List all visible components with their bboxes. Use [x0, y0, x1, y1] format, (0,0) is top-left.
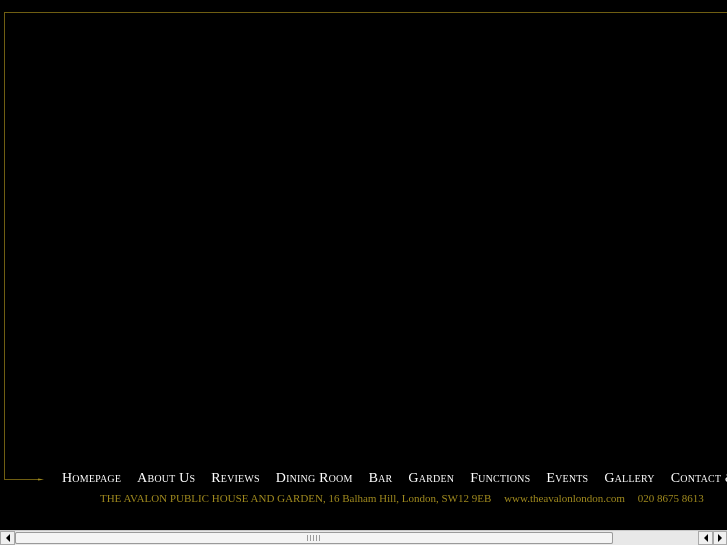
nav-gallery[interactable]: Gallery — [604, 471, 654, 487]
arrow-right-icon — [718, 534, 722, 542]
scroll-right-button[interactable] — [713, 531, 727, 545]
footer-address: THE AVALON PUBLIC HOUSE AND GARDEN, 16 B… — [100, 493, 492, 505]
frame-top-line — [4, 12, 727, 13]
nav-homepage[interactable]: Homepage — [62, 471, 121, 487]
main-nav: Homepage About Us Reviews Dining Room Ba… — [62, 471, 727, 487]
frame-arrow-icon — [38, 477, 44, 482]
grip-icon — [307, 535, 321, 541]
footer-info: THE AVALON PUBLIC HOUSE AND GARDEN, 16 B… — [100, 493, 714, 506]
page: Homepage About Us Reviews Dining Room Ba… — [0, 0, 727, 530]
nav-dining-room[interactable]: Dining Room — [276, 471, 353, 487]
arrow-left-icon — [5, 534, 10, 542]
scroll-thumb[interactable] — [15, 532, 613, 544]
frame-bottom-line — [4, 479, 38, 480]
arrow-left-icon — [703, 534, 708, 542]
nav-bar[interactable]: Bar — [369, 471, 393, 487]
frame-left-line — [4, 12, 5, 479]
scroll-left-button[interactable] — [0, 531, 15, 545]
scroll-left-button-2[interactable] — [698, 531, 713, 545]
nav-functions[interactable]: Functions — [470, 471, 530, 487]
footer-phone: 020 8675 8613 — [637, 493, 704, 505]
horizontal-scrollbar[interactable] — [0, 530, 727, 545]
nav-events[interactable]: Events — [546, 471, 588, 487]
footer-website-link[interactable]: www.theavalonlondon.com — [504, 493, 625, 505]
nav-about-us[interactable]: About Us — [137, 471, 195, 487]
nav-garden[interactable]: Garden — [408, 471, 454, 487]
nav-contact-directions[interactable]: Contact & Directions — [671, 471, 727, 487]
nav-reviews[interactable]: Reviews — [211, 471, 260, 487]
